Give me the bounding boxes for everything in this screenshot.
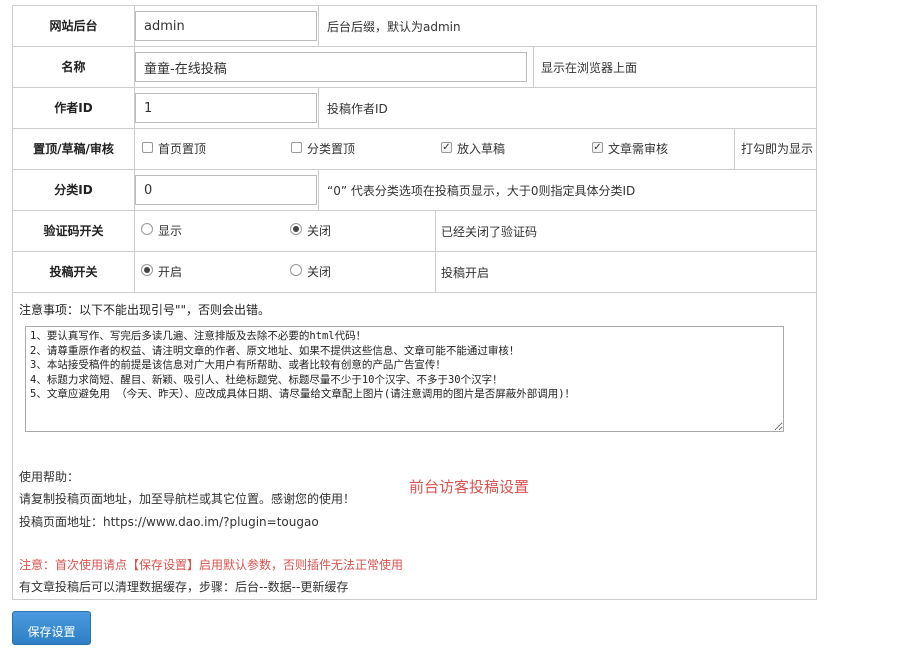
column-divider <box>318 169 319 210</box>
column-divider <box>533 46 534 87</box>
column-divider <box>134 6 135 292</box>
notice-title: 注意事项：以下不能出现引号""，否则会出错。 <box>19 303 271 317</box>
name-input[interactable] <box>135 52 527 82</box>
submit-on-label: 开启 <box>158 265 183 279</box>
row-divider <box>13 292 816 293</box>
captcha-status: 已经关闭了验证码 <box>441 225 538 239</box>
backend-input[interactable] <box>135 11 317 41</box>
captcha-show-radio[interactable] <box>141 223 153 235</box>
draft-label: 放入草稿 <box>457 142 506 156</box>
author-hint: 投稿作者ID <box>327 102 388 116</box>
name-label: 名称 <box>61 60 86 74</box>
toggles-hint: 打勾即为显示 <box>741 142 814 156</box>
help-line: 请复制投稿页面地址，加至导航栏或其它位置。感谢您的使用！ <box>19 492 356 506</box>
help-heading: 使用帮助： <box>19 470 80 484</box>
homepage-sticky-checkbox[interactable] <box>142 142 153 153</box>
backend-label: 网站后台 <box>49 19 98 33</box>
column-divider <box>318 87 319 128</box>
category-hint: “0” 代表分类选项在投稿页显示，大于0则指定具体分类ID <box>327 184 636 198</box>
submit-label: 投稿开关 <box>49 265 98 279</box>
submit-status: 投稿开启 <box>441 266 490 280</box>
category-sticky-checkbox[interactable] <box>291 142 302 153</box>
category-id-input[interactable] <box>135 175 317 205</box>
draft-checkbox[interactable]: ✓ <box>441 142 452 153</box>
cache-tip: 有文章投稿后可以清理数据缓存，步骤：后台--数据--更新缓存 <box>19 580 349 594</box>
captcha-show-label: 显示 <box>158 224 183 238</box>
submit-on-radio[interactable] <box>141 264 153 276</box>
homepage-sticky-label: 首页置顶 <box>158 142 207 156</box>
submit-off-label: 关闭 <box>307 265 332 279</box>
section-title: 前台访客投稿设置 <box>409 478 530 496</box>
submit-off-radio[interactable] <box>290 264 302 276</box>
author-id-input[interactable] <box>135 93 317 123</box>
settings-panel: 网站后台 后台后缀，默认为admin 名称 显示在浏览器上面 作者ID 投稿作者… <box>12 5 817 600</box>
column-divider <box>318 6 319 46</box>
category-sticky-label: 分类置顶 <box>307 142 356 156</box>
column-divider <box>734 128 735 169</box>
category-label: 分类ID <box>54 183 93 197</box>
author-label: 作者ID <box>54 101 93 115</box>
backend-hint: 后台后缀，默认为admin <box>327 20 461 34</box>
toggles-label: 置顶/草稿/审核 <box>33 142 114 156</box>
captcha-label: 验证码开关 <box>43 224 104 238</box>
captcha-off-radio[interactable] <box>290 223 302 235</box>
captcha-off-label: 关闭 <box>307 224 332 238</box>
review-checkbox[interactable]: ✓ <box>592 142 603 153</box>
notice-textarea[interactable]: 1、要认真写作、写完后多读几遍、注意排版及去除不必要的html代码！ 2、请尊重… <box>25 326 784 432</box>
page-url: 投稿页面地址：https://www.dao.im/?plugin=tougao <box>19 515 319 529</box>
warning-text: 注意：首次使用请点【保存设置】启用默认参数，否则插件无法正常使用 <box>19 558 404 572</box>
review-label: 文章需审核 <box>608 142 669 156</box>
column-divider <box>435 210 436 292</box>
name-hint: 显示在浏览器上面 <box>541 61 638 75</box>
